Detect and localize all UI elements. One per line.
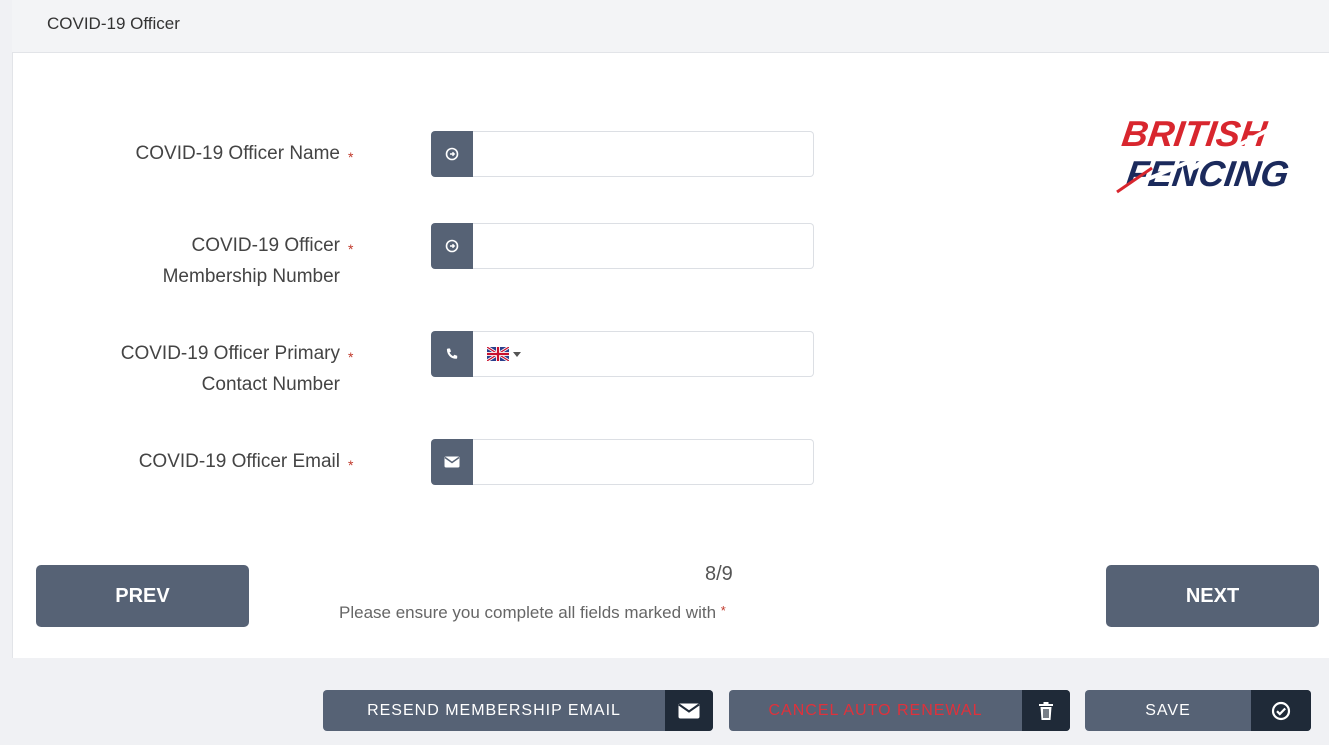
contact-number-field[interactable] <box>473 331 814 377</box>
email-field[interactable] <box>473 439 814 485</box>
page-title: COVID-19 Officer <box>47 14 180 33</box>
chevron-down-icon[interactable] <box>513 352 521 357</box>
name-input-group <box>431 131 816 177</box>
form-panel <box>12 0 1329 658</box>
next-button[interactable]: NEXT <box>1106 565 1319 627</box>
prev-button[interactable]: PREV <box>36 565 249 627</box>
envelope-icon <box>665 690 713 731</box>
required-marker: * <box>348 149 354 165</box>
check-circle-icon <box>1251 690 1311 731</box>
resend-membership-email-button[interactable]: RESEND MEMBERSHIP EMAIL <box>323 690 713 731</box>
required-marker: * <box>348 241 354 257</box>
required-marker: * <box>348 457 354 473</box>
british-fencing-logo: BRITISH FENCING <box>1112 108 1308 198</box>
phone-input-group <box>431 331 816 377</box>
arrow-circle-icon <box>431 223 473 269</box>
email-input-group <box>431 439 816 485</box>
cancel-auto-renewal-button[interactable]: CANCEL AUTO RENEWAL <box>729 690 1070 731</box>
officer-name-field[interactable] <box>473 131 814 177</box>
arrow-circle-icon <box>431 131 473 177</box>
svg-text:BRITISH: BRITISH <box>1120 113 1271 154</box>
envelope-icon <box>431 439 473 485</box>
panel-header: COVID-19 Officer <box>12 0 1329 53</box>
trash-icon <box>1022 690 1070 731</box>
uk-flag-icon[interactable] <box>486 345 510 363</box>
membership-number-field[interactable] <box>473 223 814 269</box>
step-indicator: 8/9 <box>705 563 733 585</box>
required-note: Please ensure you complete all fields ma… <box>339 603 726 622</box>
save-button[interactable]: SAVE <box>1085 690 1311 731</box>
required-marker: * <box>348 349 354 365</box>
membership-input-group <box>431 223 816 269</box>
required-marker: * <box>720 603 726 618</box>
phone-icon <box>431 331 473 377</box>
